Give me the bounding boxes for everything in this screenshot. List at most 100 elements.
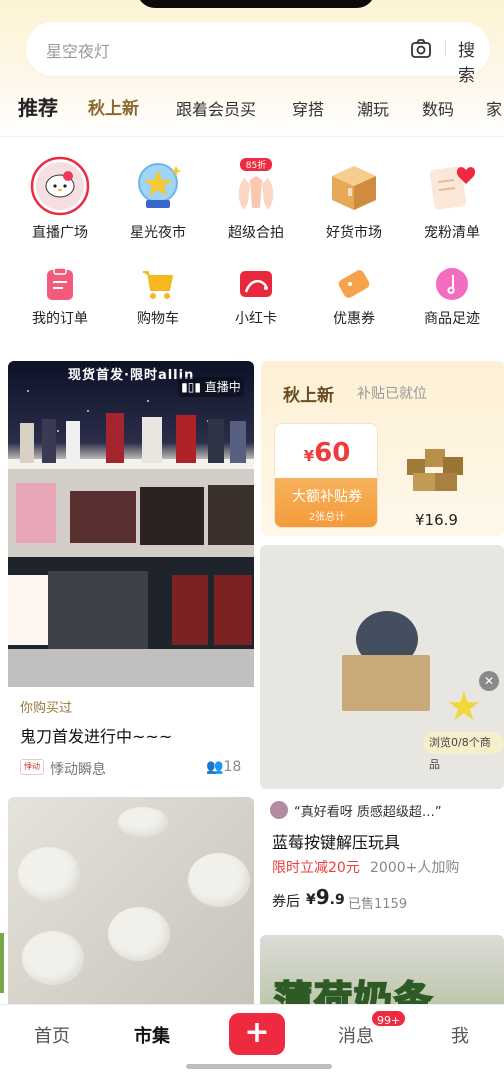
- live-square-icon: [30, 156, 90, 216]
- cart-icon: [143, 271, 173, 299]
- live-bars-icon: ▮▯▮: [181, 380, 205, 394]
- shop-logo: 悸动: [20, 759, 44, 775]
- shop-name[interactable]: 悸动瞬息: [50, 759, 106, 779]
- home-indicator: [186, 1064, 332, 1069]
- tab-autumn-new[interactable]: 秋上新: [88, 94, 139, 119]
- shortcut-fan-list[interactable]: 宠粉清单: [404, 156, 500, 242]
- shortcut-label: 购物车: [137, 311, 179, 327]
- after-coupon-label: 券后: [272, 894, 300, 910]
- tab-recommend[interactable]: 推荐: [18, 92, 58, 121]
- live-stream-scene: [8, 390, 254, 687]
- product-image-card[interactable]: ★ ✕ 浏览0/8个商品: [260, 545, 504, 789]
- after-coupon-price: ¥9.9: [306, 885, 345, 909]
- live-banner: 现货首发·限时allin: [68, 368, 195, 383]
- tabs-divider: [0, 136, 504, 137]
- box-icon: [332, 166, 376, 210]
- bun-image: [118, 807, 168, 837]
- shortcut-super-group[interactable]: 85折 超级合拍: [208, 156, 304, 242]
- camera-search-icon[interactable]: [410, 38, 432, 60]
- shortcut-label: 优惠券: [333, 311, 375, 327]
- search-button[interactable]: 搜索: [458, 36, 490, 86]
- shortcut-label: 超级合拍: [228, 225, 284, 241]
- nav-home[interactable]: 首页: [34, 1022, 70, 1048]
- sold-count: 已售1159: [348, 897, 408, 912]
- tab-home-partial[interactable]: 家: [486, 96, 502, 120]
- live-stream-card[interactable]: 现货首发·限时allin ▮▯▮ 直播中 你购买过 鬼刀首发进行中~~~ 悸动 …: [8, 361, 254, 789]
- bun-image: [18, 847, 80, 901]
- people-icon: 👥: [206, 759, 224, 775]
- tab-follow-members[interactable]: 跟着会员买: [176, 96, 256, 120]
- nav-me[interactable]: 我: [451, 1022, 469, 1048]
- product-title: 蓝莓按键解压玩具: [272, 833, 401, 852]
- category-tabs: / 推荐 秋上新 跟着会员买 穿搭 潮玩 数码 家: [0, 90, 504, 130]
- search-placeholder[interactable]: 星空夜灯: [46, 38, 110, 62]
- bun-image: [22, 931, 84, 985]
- live-status-badge: ▮▯▮ 直播中: [178, 377, 244, 397]
- shortcut-label: 好货市场: [326, 225, 382, 241]
- coupon-total: 2张总计: [308, 512, 346, 523]
- app-root: { "search": {"placeholder": "星空夜灯", "but…: [0, 0, 504, 1076]
- after-price-dec: .9: [329, 892, 345, 908]
- shortcut-live-square[interactable]: 直播广场: [12, 156, 108, 242]
- squishy-bun-card[interactable]: [8, 797, 254, 1009]
- product-price: ¥16.9: [415, 511, 458, 529]
- nav-market[interactable]: 市集: [134, 1022, 170, 1048]
- subsidy-coupon[interactable]: ¥60 大额补贴券 2张总计: [274, 423, 378, 528]
- shortcut-starlight-market[interactable]: 星光夜市: [110, 156, 206, 242]
- shortcut-label: 宠粉清单: [424, 225, 480, 241]
- tab-outfits[interactable]: 穿搭: [292, 96, 324, 120]
- product-thumbnail[interactable]: [403, 443, 469, 499]
- viewer-count: 👥18: [206, 759, 241, 775]
- shortcut-red-card[interactable]: 小红卡: [208, 266, 304, 328]
- publish-plus-button[interactable]: +: [229, 1013, 285, 1055]
- shortcut-label: 星光夜市: [130, 225, 186, 241]
- promo-label: 限时立减20元: [272, 860, 360, 876]
- wooden-box-image: [342, 655, 430, 711]
- autumn-new-card[interactable]: 秋上新 补贴已就位 ¥60 大额补贴券 2张总计 ¥16.9: [261, 361, 504, 536]
- search-bar[interactable]: 星空夜灯 搜索: [26, 22, 490, 86]
- close-icon[interactable]: ✕: [479, 671, 499, 691]
- messages-badge: 99+: [370, 1009, 408, 1028]
- left-edge-card: [0, 933, 4, 993]
- order-icon: [47, 267, 73, 300]
- autumn-title: 秋上新: [283, 386, 334, 406]
- bun-image: [188, 853, 250, 907]
- shortcut-label: 直播广场: [32, 225, 88, 241]
- mint-snack-card[interactable]: 薄荷奶条: [260, 935, 504, 1015]
- browse-progress: 浏览0/8个商品: [423, 732, 504, 771]
- star-keychain-icon: ★: [446, 684, 482, 730]
- shortcut-cart[interactable]: 购物车: [110, 266, 206, 328]
- red-card-icon: [240, 271, 272, 297]
- live-label: 直播中: [204, 380, 241, 394]
- live-title: 鬼刀首发进行中~~~: [20, 727, 173, 746]
- shortcut-label: 商品足迹: [424, 311, 480, 327]
- purchased-tag: 你购买过: [20, 701, 73, 716]
- shortcut-label: 小红卡: [235, 311, 277, 327]
- review-quote: “真好看呀 质感超级超…”: [294, 805, 442, 820]
- shortcut-footprint[interactable]: 商品足迹: [404, 266, 500, 328]
- tab-digital[interactable]: 数码: [422, 96, 454, 120]
- search-divider: [445, 41, 446, 57]
- after-price-currency: ¥: [306, 892, 316, 908]
- super-group-badge: 85折: [246, 159, 266, 171]
- coupon-currency: ¥: [303, 447, 315, 465]
- product-info-card[interactable]: “真好看呀 质感超级超…” 蓝莓按键解压玩具 限时立减20元 2000+人加购 …: [260, 795, 504, 929]
- viewer-count-value: 18: [223, 759, 242, 775]
- nav-messages[interactable]: 消息: [338, 1022, 374, 1048]
- shortcut-label: 我的订单: [32, 311, 88, 327]
- buyers-count: 2000+人加购: [370, 860, 460, 876]
- live-stream-photo: 现货首发·限时allin ▮▯▮ 直播中: [8, 361, 254, 687]
- coupon-amount: ¥60: [275, 438, 377, 468]
- camera-notch: [137, 0, 375, 8]
- bun-image: [108, 907, 170, 961]
- coupon-amount-value: 60: [314, 438, 351, 468]
- coupon-footer: 大额补贴券 2张总计: [275, 478, 377, 527]
- shortcut-my-orders[interactable]: 我的订单: [12, 266, 108, 328]
- shortcut-good-market[interactable]: 好货市场: [306, 156, 402, 242]
- shortcut-coupons[interactable]: 优惠券: [306, 266, 402, 328]
- crystal-ball-icon: [138, 163, 182, 208]
- coupon-label: 大额补贴券: [292, 489, 362, 505]
- after-price-int: 9: [315, 885, 330, 909]
- tab-trendy-toys[interactable]: 潮玩: [357, 96, 389, 120]
- coupon-icon: [338, 270, 370, 298]
